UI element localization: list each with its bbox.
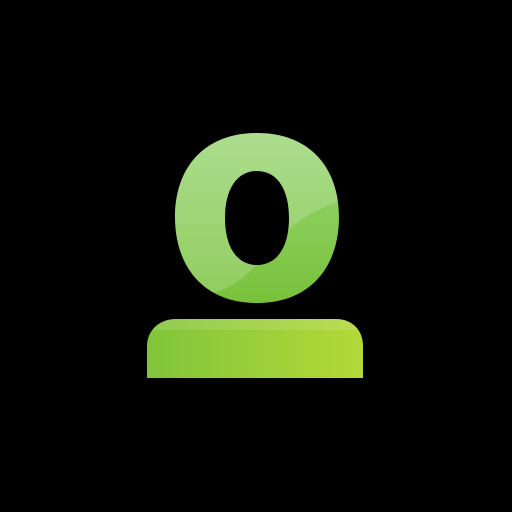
base-gloss (152, 319, 358, 330)
app-icon-canvas (0, 0, 512, 512)
user-profile-icon (147, 133, 363, 378)
